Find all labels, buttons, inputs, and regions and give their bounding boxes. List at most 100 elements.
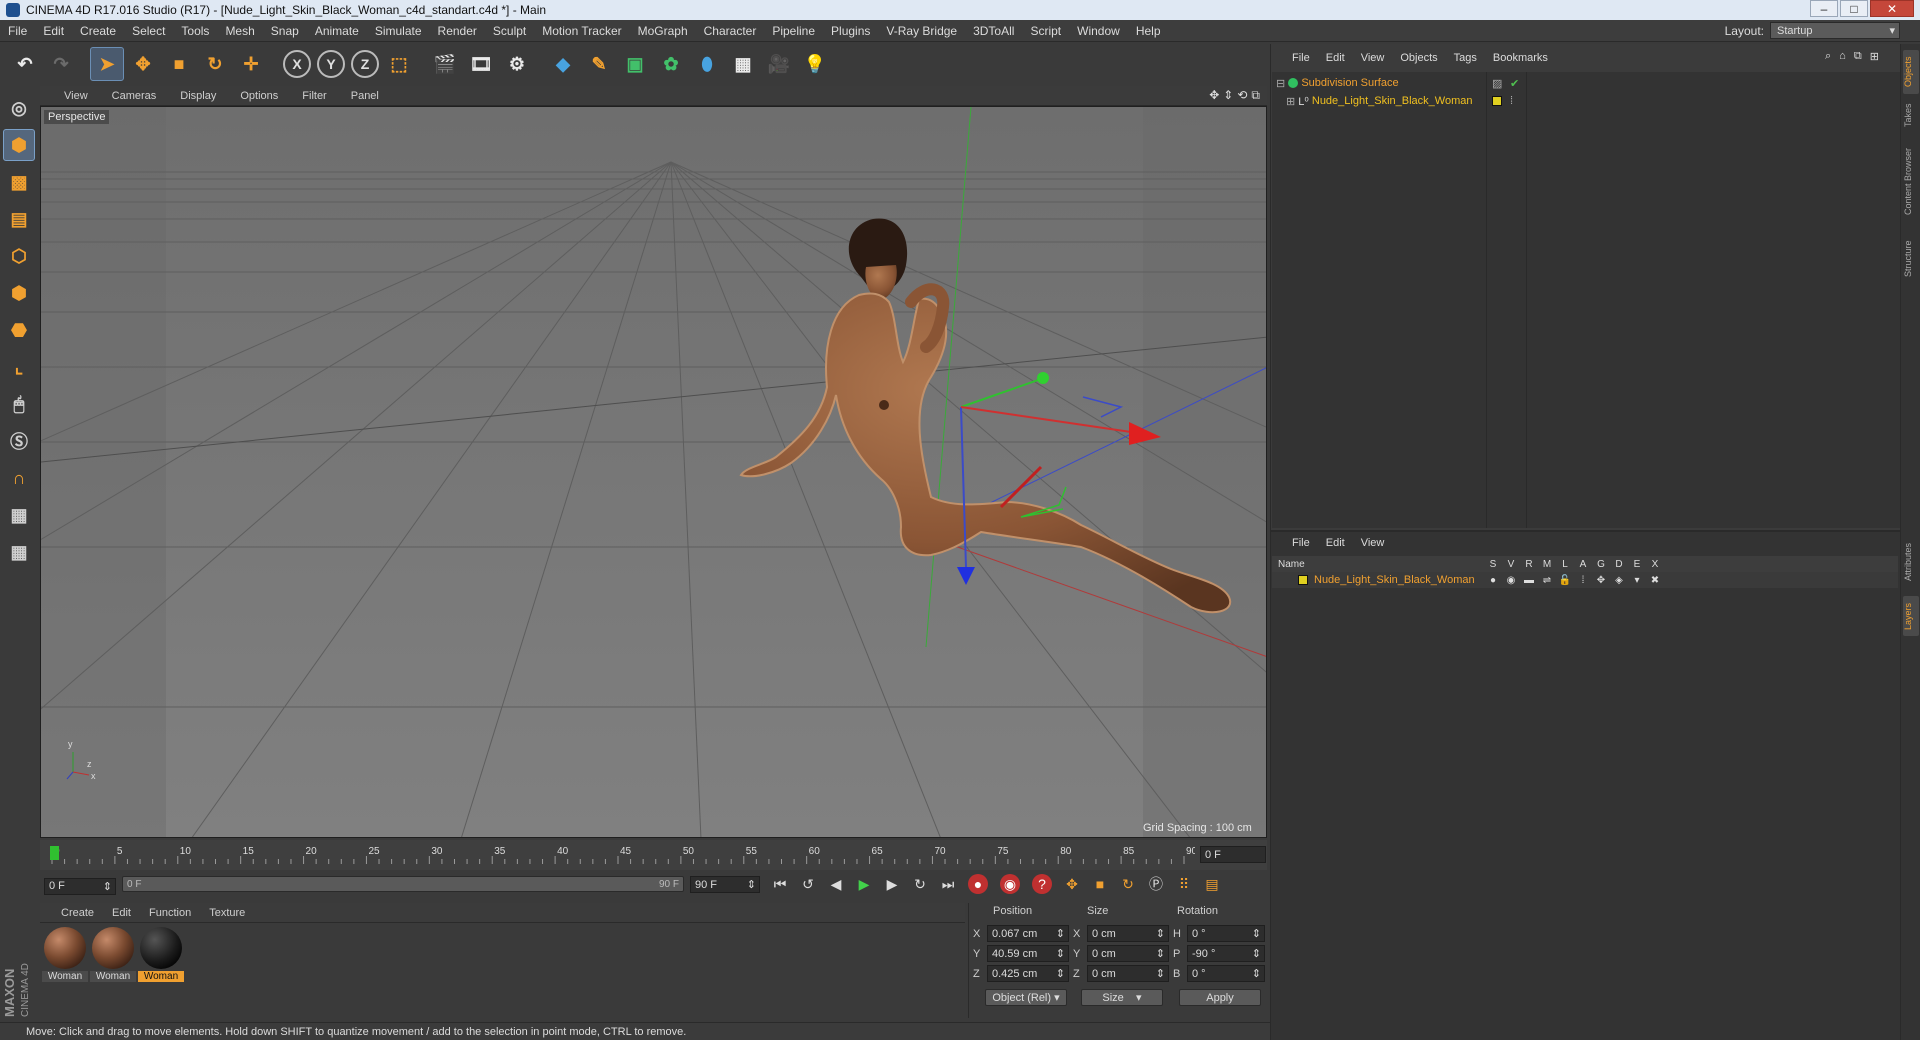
animation-toggle-icon[interactable]: ⁞ — [1574, 575, 1592, 586]
render-toggle-icon[interactable]: ▬ — [1520, 575, 1538, 586]
subdivision-nurbs-icon[interactable]: ▣ — [618, 47, 652, 81]
3d-viewport[interactable]: y x z — [40, 106, 1267, 838]
edit-render-settings-icon[interactable]: ⚙ — [500, 47, 534, 81]
keyframe-selection-icon[interactable]: ? — [1032, 874, 1052, 894]
polygons-mode-icon[interactable]: ⬣ — [3, 314, 35, 346]
size-z-field[interactable]: 0 cm ⇕ — [1087, 965, 1169, 982]
key-pla-icon[interactable]: ⠿ — [1172, 872, 1196, 896]
object-row-subdivision[interactable]: ⊟ Subdivision Surface ▨ ✔ — [1276, 74, 1896, 92]
key-rotation-icon[interactable]: ↻ — [1116, 872, 1140, 896]
stepper-icon[interactable]: ⇕ — [1056, 967, 1065, 980]
pen-spline-icon[interactable]: ✎ — [582, 47, 616, 81]
expand-icon[interactable]: ⊞ — [1286, 95, 1295, 108]
render-view-icon[interactable]: 🎬 — [428, 47, 462, 81]
multi-tool-icon[interactable]: ✛ — [234, 47, 268, 81]
light-icon[interactable]: 💡 — [798, 47, 832, 81]
layer-row[interactable]: Nude_Light_Skin_Black_Woman ● ◉ ▬ ⇌ 🔓 ⁞ … — [1272, 572, 1898, 588]
stepper-icon[interactable]: ⇕ — [103, 880, 112, 893]
menu-window[interactable]: Window — [1069, 24, 1128, 38]
tab-structure[interactable]: Structure — [1903, 234, 1919, 284]
start-frame-field[interactable]: 0 F ⇕ — [44, 877, 116, 895]
rotation-p-field[interactable]: -90 ° ⇕ — [1187, 945, 1265, 962]
model-mode-icon[interactable]: ⬢ — [3, 129, 35, 161]
view-toggle-icon[interactable]: ◉ — [1502, 575, 1520, 586]
menu-select[interactable]: Select — [124, 24, 173, 38]
x-axis-icon[interactable]: X — [283, 50, 311, 78]
select-arrow-icon[interactable]: ➤ — [90, 47, 124, 81]
object-menu-edit[interactable]: Edit — [1318, 52, 1353, 64]
viewport-menu-filter[interactable]: Filter — [290, 90, 338, 102]
y-axis-icon[interactable]: Y — [317, 50, 345, 78]
object-menu-bookmarks[interactable]: Bookmarks — [1485, 52, 1556, 64]
go-to-start-icon[interactable]: ⏮ — [768, 872, 792, 896]
rotation-b-field[interactable]: 0 ° ⇕ — [1187, 965, 1265, 982]
position-z-field[interactable]: 0.425 cm ⇕ — [987, 965, 1069, 982]
rotation-h-field[interactable]: 0 ° ⇕ — [1187, 925, 1265, 942]
cube-primitive-icon[interactable]: ◆ — [546, 47, 580, 81]
position-y-field[interactable]: 40.59 cm ⇕ — [987, 945, 1069, 962]
stepper-icon[interactable]: ⇕ — [1252, 947, 1261, 960]
menu-sculpt[interactable]: Sculpt — [485, 24, 534, 38]
apply-button[interactable]: Apply — [1179, 989, 1261, 1006]
coordinate-system-icon[interactable]: ⬚ — [382, 47, 416, 81]
viewport-menu-cameras[interactable]: Cameras — [100, 90, 169, 102]
stepper-icon[interactable]: ⇕ — [1156, 947, 1165, 960]
layer-color-icon[interactable] — [1492, 96, 1502, 106]
viewport-menu-panel[interactable]: Panel — [339, 90, 391, 102]
expressions-toggle-icon[interactable]: ▾ — [1628, 575, 1646, 586]
render-picture-viewer-icon[interactable]: 🎞 — [464, 47, 498, 81]
material-swatch-selected[interactable]: Woman — [138, 927, 184, 985]
close-button[interactable]: ✕ — [1870, 0, 1914, 17]
tab-layers[interactable]: Layers — [1903, 596, 1919, 636]
object-menu-view[interactable]: View — [1353, 52, 1393, 64]
home-icon[interactable]: ⌂ — [1839, 50, 1846, 63]
deformers-toggle-icon[interactable]: ◈ — [1610, 575, 1628, 586]
gizmo-y-arrow[interactable] — [1037, 372, 1049, 384]
current-frame-field[interactable]: 0 F — [1200, 846, 1266, 863]
position-x-field[interactable]: 0.067 cm ⇕ — [987, 925, 1069, 942]
magnet-icon[interactable]: ∩ — [3, 462, 35, 494]
menu-mesh[interactable]: Mesh — [217, 24, 262, 38]
layer-menu-edit[interactable]: Edit — [1318, 537, 1353, 549]
menu-file[interactable]: File — [0, 24, 35, 38]
menu-animate[interactable]: Animate — [307, 24, 367, 38]
layer-color-icon[interactable] — [1298, 575, 1308, 585]
xrefs-toggle-icon[interactable]: ✖ — [1646, 575, 1664, 586]
maximize-button[interactable]: □ — [1840, 0, 1868, 17]
play-icon[interactable]: ▶ — [852, 872, 876, 896]
size-x-field[interactable]: 0 cm ⇕ — [1087, 925, 1169, 942]
material-swatch[interactable]: Woman — [42, 927, 88, 985]
stepper-icon[interactable]: ⇕ — [1056, 947, 1065, 960]
menu-edit[interactable]: Edit — [35, 24, 72, 38]
autokeying-icon[interactable]: ◉ — [1000, 874, 1020, 894]
menu-vray-bridge[interactable]: V-Ray Bridge — [878, 24, 965, 38]
object-row-woman[interactable]: ⊞ L⁰ Nude_Light_Skin_Black_Woman ⁞ — [1286, 92, 1896, 110]
material-swatch[interactable]: Woman — [90, 927, 136, 985]
stepper-icon[interactable]: ⇕ — [1156, 927, 1165, 940]
scale-icon[interactable]: ■ — [162, 47, 196, 81]
edges-mode-icon[interactable]: ⬢ — [3, 277, 35, 309]
tab-content-browser[interactable]: Content Browser — [1903, 136, 1919, 226]
cloner-icon[interactable]: ✿ — [654, 47, 688, 81]
enabled-check-icon[interactable]: ✔ — [1510, 77, 1519, 90]
layer-menu-file[interactable]: File — [1284, 537, 1318, 549]
material-menu-texture[interactable]: Texture — [200, 907, 254, 919]
menu-render[interactable]: Render — [430, 24, 485, 38]
axis-mode-icon[interactable]: ⌞ — [3, 351, 35, 383]
tab-attributes[interactable]: Attributes — [1903, 534, 1919, 590]
search-icon[interactable]: ⌕ — [1825, 50, 1831, 63]
solo-toggle-icon[interactable]: ● — [1484, 575, 1502, 586]
make-editable-icon[interactable]: ◎ — [3, 92, 35, 124]
zoom-icon[interactable]: ⇕ — [1223, 88, 1233, 103]
lock-workplane-icon[interactable]: ▦ — [3, 499, 35, 531]
redo-icon[interactable]: ↷ — [44, 47, 78, 81]
next-keyframe-icon[interactable]: ↻ — [908, 872, 932, 896]
orbit-icon[interactable]: ⟲ — [1237, 88, 1247, 103]
visibility-dots-icon[interactable]: ⁞ — [1510, 95, 1513, 107]
new-view-icon[interactable]: ⧉ — [1854, 50, 1862, 63]
key-scale-icon[interactable]: ■ — [1088, 872, 1112, 896]
stepper-icon[interactable]: ⇕ — [1056, 927, 1065, 940]
menu-tools[interactable]: Tools — [173, 24, 217, 38]
menu-motion-tracker[interactable]: Motion Tracker — [534, 24, 629, 38]
go-to-end-icon[interactable]: ⏭ — [936, 872, 960, 896]
